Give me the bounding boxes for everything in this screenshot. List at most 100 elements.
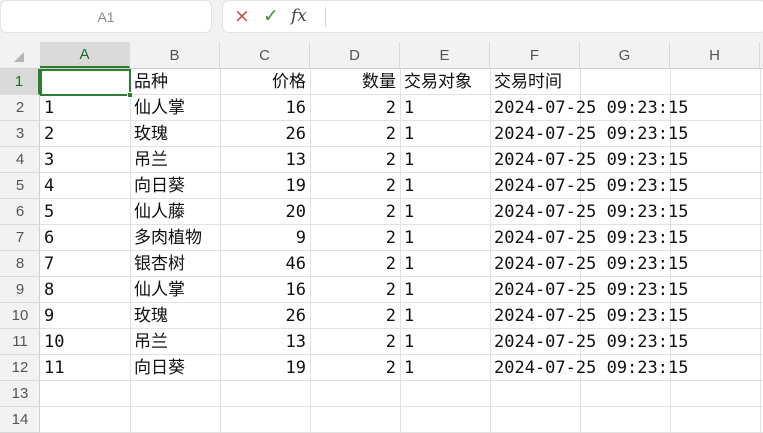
row-header-8[interactable]: 8 [0,251,40,277]
cell-b3[interactable]: 玫瑰 [130,121,220,147]
column-header-d[interactable]: D [310,42,400,68]
row-header-12[interactable]: 12 [0,355,40,381]
cell-f2[interactable]: 2024-07-25 09:23:15 [490,95,688,121]
cell-e10[interactable]: 1 [400,303,490,329]
column-header-h[interactable]: H [670,42,760,68]
cell-a4[interactable]: 3 [40,147,130,173]
cell-d9[interactable]: 2 [310,277,400,303]
cell-d7[interactable]: 2 [310,225,400,251]
row-header-6[interactable]: 6 [0,199,40,225]
cell-e7[interactable]: 1 [400,225,490,251]
column-header-g[interactable]: G [580,42,670,68]
cell-c14[interactable] [220,407,310,433]
cell-d6[interactable]: 2 [310,199,400,225]
cell-d11[interactable]: 2 [310,329,400,355]
cell-b6[interactable]: 仙人藤 [130,199,220,225]
cell-c5[interactable]: 19 [220,173,310,199]
row-header-9[interactable]: 9 [0,277,40,303]
cell-b5[interactable]: 向日葵 [130,173,220,199]
cell-a12[interactable]: 11 [40,355,130,381]
cell-f4[interactable]: 2024-07-25 09:23:15 [490,147,688,173]
cell-d14[interactable] [310,407,400,433]
cell-b13[interactable] [130,381,220,407]
cell-c13[interactable] [220,381,310,407]
cell-a8[interactable]: 7 [40,251,130,277]
cell-b12[interactable]: 向日葵 [130,355,220,381]
cell-grid[interactable]: 品种 价格 数量 交易对象 交易时间 1 仙人掌 16 2 1 2024-07-25 09:23:1… [40,69,763,433]
cancel-icon[interactable]: × [234,6,250,26]
cell-d12[interactable]: 2 [310,355,400,381]
cell-d3[interactable]: 2 [310,121,400,147]
cell-b11[interactable]: 吊兰 [130,329,220,355]
row-header-11[interactable]: 11 [0,329,40,355]
cell-d10[interactable]: 2 [310,303,400,329]
cell-a13[interactable] [40,381,130,407]
cell-c9[interactable]: 16 [220,277,310,303]
name-box[interactable]: A1 [0,0,212,33]
cell-c7[interactable]: 9 [220,225,310,251]
cell-a10[interactable]: 9 [40,303,130,329]
cell-c10[interactable]: 26 [220,303,310,329]
cell-e12[interactable]: 1 [400,355,490,381]
cell-f11[interactable]: 2024-07-25 09:23:15 [490,329,688,355]
cell-f12[interactable]: 2024-07-25 09:23:15 [490,355,688,381]
cell-d8[interactable]: 2 [310,251,400,277]
cell-c11[interactable]: 13 [220,329,310,355]
cell-b9[interactable]: 仙人掌 [130,277,220,303]
cell-a3[interactable]: 2 [40,121,130,147]
cell-d2[interactable]: 2 [310,95,400,121]
fx-icon[interactable]: fx [291,5,307,27]
cell-f13[interactable] [490,381,580,407]
row-header-2[interactable]: 2 [0,95,40,121]
cell-e4[interactable]: 1 [400,147,490,173]
cell-b7[interactable]: 多肉植物 [130,225,220,251]
enter-check-icon[interactable]: ✓ [263,6,279,26]
cell-f1[interactable]: 交易时间 [490,69,580,95]
column-header-e[interactable]: E [400,42,490,68]
row-header-3[interactable]: 3 [0,121,40,147]
cell-a14[interactable] [40,407,130,433]
row-header-10[interactable]: 10 [0,303,40,329]
row-header-1[interactable]: 1 [0,69,40,95]
cell-c12[interactable]: 19 [220,355,310,381]
cell-e3[interactable]: 1 [400,121,490,147]
cell-c1[interactable]: 价格 [220,69,310,95]
cell-b10[interactable]: 玫瑰 [130,303,220,329]
cell-b2[interactable]: 仙人掌 [130,95,220,121]
cell-f10[interactable]: 2024-07-25 09:23:15 [490,303,688,329]
cell-f5[interactable]: 2024-07-25 09:23:15 [490,173,688,199]
cell-e5[interactable]: 1 [400,173,490,199]
column-header-f[interactable]: F [490,42,580,68]
cell-c6[interactable]: 20 [220,199,310,225]
cell-e8[interactable]: 1 [400,251,490,277]
cell-e14[interactable] [400,407,490,433]
cell-a11[interactable]: 10 [40,329,130,355]
cell-f9[interactable]: 2024-07-25 09:23:15 [490,277,688,303]
cell-a7[interactable]: 6 [40,225,130,251]
cell-b1[interactable]: 品种 [130,69,220,95]
formula-bar[interactable]: × ✓ fx [222,0,763,33]
cell-b8[interactable]: 银杏树 [130,251,220,277]
cell-f8[interactable]: 2024-07-25 09:23:15 [490,251,688,277]
cell-a2[interactable]: 1 [40,95,130,121]
cell-c4[interactable]: 13 [220,147,310,173]
cell-f6[interactable]: 2024-07-25 09:23:15 [490,199,688,225]
row-header-5[interactable]: 5 [0,173,40,199]
cell-c3[interactable]: 26 [220,121,310,147]
row-header-4[interactable]: 4 [0,147,40,173]
cell-d5[interactable]: 2 [310,173,400,199]
select-all-corner[interactable] [0,42,40,68]
cell-e1[interactable]: 交易对象 [400,69,490,95]
column-header-c[interactable]: C [220,42,310,68]
row-header-7[interactable]: 7 [0,225,40,251]
cell-e9[interactable]: 1 [400,277,490,303]
cell-a6[interactable]: 5 [40,199,130,225]
cell-c2[interactable]: 16 [220,95,310,121]
cell-c8[interactable]: 46 [220,251,310,277]
fill-handle[interactable] [127,92,133,98]
column-header-b[interactable]: B [130,42,220,68]
cell-e2[interactable]: 1 [400,95,490,121]
cell-a5[interactable]: 4 [40,173,130,199]
cell-d4[interactable]: 2 [310,147,400,173]
row-header-14[interactable]: 14 [0,407,40,433]
